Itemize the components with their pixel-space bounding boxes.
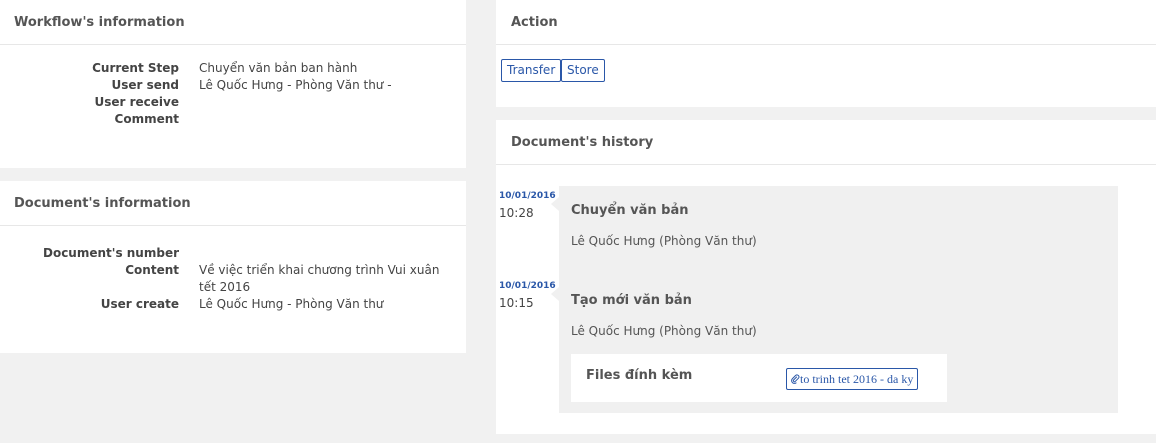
document-history-panel: Document's history 10/01/2016 10:28 Chuy… [496, 120, 1156, 434]
history-entry-time: 10:28 [499, 206, 534, 220]
current-step-value: Chuyển văn bản ban hành [199, 61, 358, 75]
history-entry-date: 10/01/2016 [499, 191, 556, 201]
history-entry-date: 10/01/2016 [499, 281, 556, 291]
document-history-title: Document's history [496, 120, 1156, 165]
attachment-link[interactable]: to trinh tet 2016 - da ky [786, 368, 919, 390]
history-entry-user: Lê Quốc Hưng (Phòng Văn thư) [571, 324, 757, 338]
attachment-name: to trinh tet 2016 - da ky [800, 372, 914, 386]
workflow-info-panel: Workflow's information Current Step Chuy… [0, 0, 466, 168]
user-send-value: Lê Quốc Hưng - Phòng Văn thư - [199, 78, 392, 92]
document-info-panel: Document's information Document's number… [0, 181, 466, 353]
user-create-label: User create [100, 297, 179, 311]
user-send-label: User send [111, 78, 179, 92]
content-value: Về việc triển khai chương trình Vui xuân… [199, 263, 440, 294]
user-receive-label: User receive [94, 95, 179, 109]
comment-label: Comment [114, 112, 179, 126]
user-create-value: Lê Quốc Hưng - Phòng Văn thư [199, 297, 384, 311]
current-step-label: Current Step [92, 61, 179, 75]
action-title: Action [496, 0, 1156, 45]
store-button[interactable]: Store [561, 59, 605, 82]
attached-files-label: Files đính kèm [586, 368, 693, 383]
history-entry-title: Chuyển văn bản [571, 203, 689, 218]
document-info-title: Document's information [0, 181, 466, 226]
document-number-label: Document's number [42, 246, 179, 260]
history-entry-user: Lê Quốc Hưng (Phòng Văn thư) [571, 234, 757, 248]
history-entry-time: 10:15 [499, 296, 534, 310]
paperclip-icon [791, 374, 800, 384]
history-entry-card: Chuyển văn bản Lê Quốc Hưng (Phòng Văn t… [551, 186, 1118, 276]
history-entry-card: Tạo mới văn bản Lê Quốc Hưng (Phòng Văn … [551, 276, 1118, 413]
workflow-info-title: Workflow's information [0, 0, 466, 45]
attached-files-box: Files đính kèm to trinh tet 2016 - da ky [571, 354, 947, 402]
history-entry-title: Tạo mới văn bản [571, 293, 692, 308]
transfer-button[interactable]: Transfer [501, 59, 562, 82]
content-label: Content [125, 263, 179, 277]
action-panel: Action Transfer Store [496, 0, 1156, 107]
